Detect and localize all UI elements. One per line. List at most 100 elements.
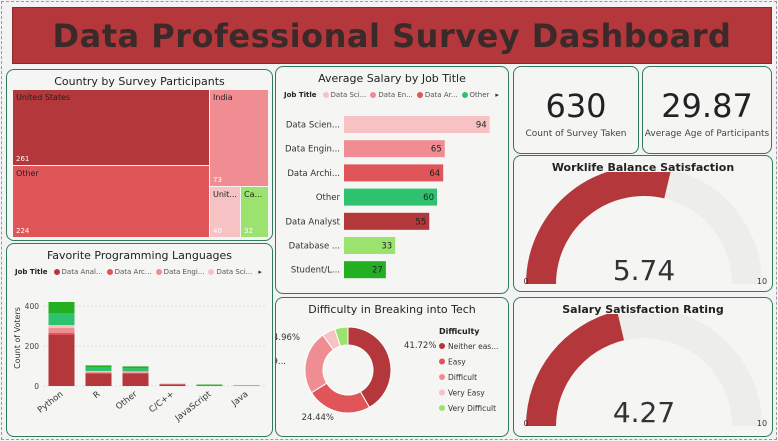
treemap-cell[interactable]: Other 224	[13, 166, 209, 237]
language-bar-segment[interactable]	[48, 313, 75, 325]
salary-category-label: Other	[316, 193, 341, 203]
donut-legend-swatch	[439, 405, 445, 411]
language-bar-segment[interactable]	[122, 374, 149, 386]
x-category-label: Other	[114, 389, 140, 412]
treemap-cell-value: 73	[213, 176, 222, 184]
treemap-cell[interactable]: Unit... 40	[210, 187, 240, 237]
gauge-fill	[526, 314, 624, 426]
donut-slice-label: 24.44%	[302, 413, 334, 423]
donut-legend-title: Difficulty	[439, 327, 480, 336]
language-bar-segment[interactable]	[196, 385, 223, 386]
language-bar-segment[interactable]	[85, 365, 112, 368]
language-bar-segment[interactable]	[122, 366, 149, 369]
language-bar-segment[interactable]	[85, 367, 112, 371]
salary-value-label: 60	[423, 193, 434, 203]
language-bar-segment[interactable]	[85, 372, 112, 374]
language-bar-segment[interactable]	[85, 372, 112, 373]
legend-swatch	[208, 269, 215, 275]
legend-item[interactable]: Other	[461, 91, 490, 99]
language-bar-segment[interactable]	[48, 335, 75, 386]
legend-next-icon[interactable]: ▸	[258, 268, 262, 276]
donut-legend-swatch	[439, 389, 445, 396]
legend-item[interactable]: Data Arc...	[106, 268, 152, 276]
legend-swatch	[370, 92, 377, 98]
donut-legend-label[interactable]: Very Difficult	[448, 404, 496, 413]
kpi-age-label: Average Age of Participants	[644, 129, 770, 139]
salary-value-label: 64	[429, 169, 440, 179]
donut-legend-swatch	[439, 343, 445, 349]
donut-slice-label: 41.72%	[404, 341, 436, 351]
legend-swatch	[461, 92, 468, 98]
legend-item[interactable]: Data Sci...	[208, 268, 252, 276]
salary-value-label: 55	[415, 217, 426, 227]
language-bar-segment[interactable]	[159, 384, 186, 386]
donut-legend-label[interactable]: Neither eas...	[448, 342, 498, 351]
language-bar-segment[interactable]	[122, 372, 149, 373]
salary-gauge-card[interactable]: Salary Satisfaction Rating 4.27 0 10	[513, 297, 773, 437]
treemap-cell-value: 224	[16, 227, 30, 235]
salary-value-label: 65	[431, 145, 442, 155]
language-bar-segment[interactable]	[48, 333, 75, 335]
legend-label: Data En...	[378, 91, 413, 99]
kpi-survey-count: 630	[545, 87, 607, 125]
legend-swatch	[416, 92, 423, 98]
treemap-cell[interactable]: India 73	[210, 90, 268, 186]
y-axis-label: Count of Voters	[13, 307, 22, 369]
legend-item[interactable]: Data Engi...	[155, 268, 205, 276]
treemap-cell-label: United States	[16, 93, 71, 102]
x-category-label: R	[92, 389, 103, 401]
treemap-title: Country by Survey Participants	[54, 75, 225, 88]
salary-value-label: 27	[372, 266, 383, 276]
languages-chart-card[interactable]: Favorite Programming Languages Job Title…	[6, 243, 273, 437]
languages-bar-chart: 0200400Count of VotersPython R Other C/C++J…	[13, 302, 265, 424]
country-treemap-card[interactable]: Country by Survey Participants United St…	[6, 69, 273, 241]
language-bar-segment[interactable]	[48, 328, 75, 333]
gauge-value: 5.74	[613, 254, 675, 287]
legend-item[interactable]: Data En...	[370, 91, 413, 99]
donut-legend-label[interactable]: Very Easy	[448, 389, 485, 398]
legend-swatch	[155, 269, 162, 275]
language-bar-segment[interactable]	[122, 373, 149, 374]
language-bar-segment[interactable]	[48, 325, 75, 328]
language-bar-segment[interactable]	[85, 371, 112, 372]
legend-title: Job Title	[284, 91, 317, 99]
treemap-cell[interactable]: United States 261	[13, 90, 209, 165]
worklife-gauge-card[interactable]: Worklife Balance Satisfaction 5.74 0 10	[513, 155, 773, 292]
language-bar-segment[interactable]	[122, 371, 149, 373]
language-bar-segment[interactable]	[48, 302, 75, 313]
salary-bar[interactable]	[344, 116, 490, 133]
treemap-cell-label: Ca...	[244, 190, 263, 199]
salary-category-label: Data Archi...	[287, 169, 340, 179]
x-category-label: JavaScript	[173, 389, 214, 424]
legend-label: Data Engi...	[163, 268, 205, 276]
worklife-gauge: 5.74 0 10	[523, 172, 767, 287]
donut-legend-swatch	[439, 374, 445, 380]
language-bar-segment[interactable]	[122, 368, 149, 372]
y-tick-label: 400	[25, 302, 40, 311]
legend-item[interactable]: Data Ar...	[416, 91, 458, 99]
gauge-min-label: 0	[523, 277, 528, 286]
legend-label: Other	[469, 91, 490, 99]
donut-slice-label: 23.9...	[276, 357, 286, 367]
treemap-cell[interactable]: Ca... 32	[241, 187, 268, 237]
title-banner: Data Professional Survey Dashboard	[12, 7, 772, 64]
salary-bar[interactable]	[344, 164, 444, 182]
salary-satisfaction-gauge: 4.27 0 10	[523, 314, 767, 429]
page-title: Data Professional Survey Dashboard	[52, 16, 732, 55]
treemap-cell-label: Other	[16, 169, 39, 178]
salary-bar[interactable]	[344, 140, 445, 158]
legend-item[interactable]: Data Sci...	[322, 91, 366, 99]
legend-next-icon[interactable]: ▸	[495, 91, 499, 99]
salary-chart-card[interactable]: Average Salary by Job Title Job Title Dat…	[275, 66, 509, 294]
donut-legend-label[interactable]: Difficult	[448, 373, 477, 382]
donut-legend-label[interactable]: Easy	[448, 358, 466, 367]
salary-category-label: Data Engin...	[285, 145, 340, 155]
gauge-min-label: 0	[523, 419, 528, 428]
donut-slice-label: 4.96%	[276, 333, 300, 343]
legend-swatch	[106, 269, 113, 275]
salary-value-label: 94	[476, 121, 487, 131]
language-bar-segment[interactable]	[85, 374, 112, 386]
legend-item[interactable]: Data Anal...	[53, 268, 103, 276]
treemap-cell-value: 261	[16, 155, 30, 163]
difficulty-donut-card[interactable]: Difficulty in Breaking into Tech 41.72% 2…	[275, 297, 509, 437]
